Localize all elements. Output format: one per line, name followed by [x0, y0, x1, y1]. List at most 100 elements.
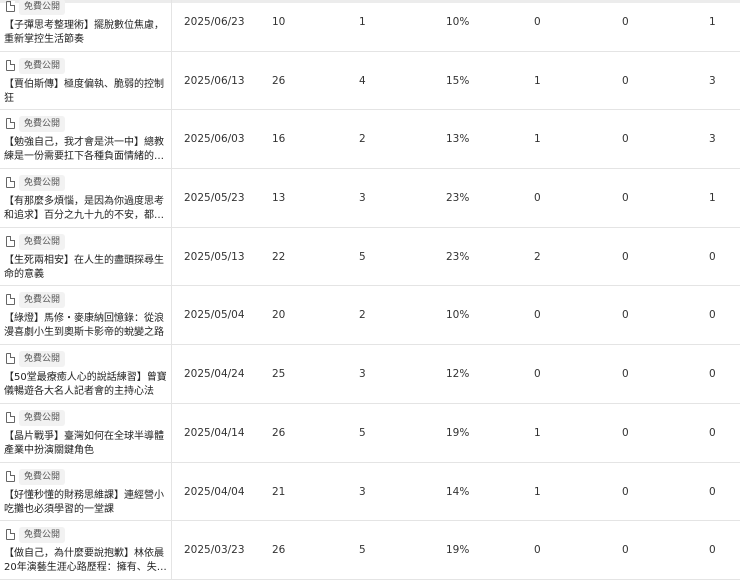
stat-percent: 10%	[446, 309, 470, 322]
article-table: 免費公開 【子彈思考整理術】擺脫數位焦慮，重新掌控生活節奏 2025/06/23…	[0, 0, 740, 580]
title-cell: 免費公開 【做自己，為什麼要說抱歉】林依晨20年演藝生涯心路歷程：擁有、失去…	[0, 521, 172, 579]
title-cell: 免費公開 【晶片戰爭】臺灣如何在全球半導體產業中扮演關鍵角色	[0, 403, 172, 462]
stat-views: 25	[272, 368, 286, 381]
document-icon	[6, 294, 15, 306]
title-cell: 免費公開 【生死兩相安】在人生的盡頭探尋生命的意義	[0, 227, 172, 286]
public-badge: 免費公開	[19, 57, 66, 74]
stat-c: 0	[709, 368, 716, 381]
stat-c: 3	[709, 74, 716, 87]
table-row[interactable]: 免費公開 【子彈思考整理術】擺脫數位焦慮，重新掌控生活節奏 2025/06/23…	[0, 0, 740, 52]
title-cell: 免費公開 【賈伯斯傳】極度偏執、脆弱的控制狂	[0, 51, 172, 110]
stat-a: 1	[534, 426, 541, 439]
article-title[interactable]: 【50堂最療癒人心的說話練習】曾寶儀暢遊各大名人記者會的主持心法	[4, 371, 168, 399]
stat-views: 20	[272, 309, 286, 322]
title-cell: 免費公開 【子彈思考整理術】擺脫數位焦慮，重新掌控生活節奏	[0, 0, 172, 51]
article-title[interactable]: 【生死兩相安】在人生的盡頭探尋生命的意義	[4, 254, 168, 282]
article-title[interactable]: 【有那麼多煩惱，是因為你過度思考和追求】百分之九十九的不安，都…	[4, 195, 168, 223]
table-row[interactable]: 免費公開 【50堂最療癒人心的說話練習】曾寶儀暢遊各大名人記者會的主持心法 20…	[0, 345, 740, 404]
stat-c: 1	[709, 16, 716, 28]
stat-b: 0	[622, 192, 629, 205]
stat-a: 0	[534, 16, 541, 28]
publish-date: 2025/04/04	[184, 485, 245, 498]
stat-b: 0	[622, 368, 629, 381]
stat-c: 0	[709, 309, 716, 322]
article-title[interactable]: 【好懂秒懂的財務思維課】連經營小吃攤也必須學習的一堂課	[4, 489, 168, 517]
stat-a: 1	[534, 485, 541, 498]
table-row[interactable]: 免費公開 【勉強自己，我才會是洪一中】總教練是一份需要扛下各種負面情緒的… 20…	[0, 110, 740, 170]
stat-a: 1	[534, 133, 541, 146]
article-title[interactable]: 【勉強自己，我才會是洪一中】總教練是一份需要扛下各種負面情緒的…	[4, 136, 168, 164]
stat-views: 13	[272, 192, 286, 205]
publish-date: 2025/05/13	[184, 250, 245, 263]
stat-count: 2	[359, 133, 366, 146]
stat-percent: 19%	[446, 544, 470, 557]
stat-b: 0	[622, 250, 629, 263]
stat-count: 1	[359, 16, 366, 28]
stat-a: 0	[534, 544, 541, 557]
stat-count: 3	[359, 368, 366, 381]
stat-count: 3	[359, 485, 366, 498]
document-icon	[6, 411, 15, 423]
table-row[interactable]: 免費公開 【生死兩相安】在人生的盡頭探尋生命的意義 2025/05/13 22 …	[0, 227, 740, 287]
article-title[interactable]: 【賈伯斯傳】極度偏執、脆弱的控制狂	[4, 78, 168, 106]
stat-percent: 12%	[446, 368, 470, 381]
public-badge: 免費公開	[19, 409, 66, 426]
table-row[interactable]: 免費公開 【好懂秒懂的財務思維課】連經營小吃攤也必須學習的一堂課 2025/04…	[0, 462, 740, 522]
stat-a: 0	[534, 368, 541, 381]
title-cell: 免費公開 【50堂最療癒人心的說話練習】曾寶儀暢遊各大名人記者會的主持心法	[0, 345, 172, 403]
stat-count: 3	[359, 192, 366, 205]
publish-date: 2025/06/13	[184, 74, 245, 87]
stat-b: 0	[622, 544, 629, 557]
article-title[interactable]: 【子彈思考整理術】擺脫數位焦慮，重新掌控生活節奏	[4, 19, 168, 47]
article-title[interactable]: 【晶片戰爭】臺灣如何在全球半導體產業中扮演關鍵角色	[4, 430, 168, 458]
document-icon	[6, 118, 15, 130]
publish-date: 2025/04/24	[184, 368, 245, 381]
stat-percent: 10%	[446, 16, 470, 28]
table-row[interactable]: 免費公開 【綠燈】馬修・麥康納回憶錄：從浪漫喜劇小生到奧斯卡影帝的蛻變之路 20…	[0, 286, 740, 346]
stat-b: 0	[622, 485, 629, 498]
public-badge: 免費公開	[19, 527, 66, 544]
document-icon	[6, 470, 15, 482]
public-badge: 免費公開	[19, 116, 66, 133]
publish-date: 2025/06/03	[184, 133, 245, 146]
stat-c: 1	[709, 192, 716, 205]
stat-percent: 14%	[446, 485, 470, 498]
title-cell: 免費公開 【有那麼多煩惱，是因為你過度思考和追求】百分之九十九的不安，都…	[0, 169, 172, 227]
title-cell: 免費公開 【好懂秒懂的財務思維課】連經營小吃攤也必須學習的一堂課	[0, 462, 172, 521]
stat-a: 0	[534, 192, 541, 205]
stat-b: 0	[622, 74, 629, 87]
stat-percent: 19%	[446, 426, 470, 439]
stat-b: 0	[622, 16, 629, 28]
stat-b: 0	[622, 426, 629, 439]
stat-c: 0	[709, 544, 716, 557]
publish-date: 2025/06/23	[184, 16, 245, 28]
stat-views: 16	[272, 133, 286, 146]
document-icon	[6, 177, 15, 189]
stat-a: 2	[534, 250, 541, 263]
stat-count: 5	[359, 544, 366, 557]
stat-views: 21	[272, 485, 286, 498]
stat-views: 22	[272, 250, 286, 263]
article-title[interactable]: 【做自己，為什麼要說抱歉】林依晨20年演藝生涯心路歷程：擁有、失去…	[4, 547, 168, 575]
stat-percent: 23%	[446, 192, 470, 205]
table-row[interactable]: 免費公開 【晶片戰爭】臺灣如何在全球半導體產業中扮演關鍵角色 2025/04/1…	[0, 403, 740, 463]
document-icon	[6, 1, 15, 12]
stat-c: 3	[709, 133, 716, 146]
stat-views: 10	[272, 16, 286, 28]
stat-views: 26	[272, 74, 286, 87]
publish-date: 2025/03/23	[184, 544, 245, 557]
title-cell: 免費公開 【綠燈】馬修・麥康納回憶錄：從浪漫喜劇小生到奧斯卡影帝的蛻變之路	[0, 286, 172, 345]
table-row[interactable]: 免費公開 【賈伯斯傳】極度偏執、脆弱的控制狂 2025/06/13 26 4 1…	[0, 51, 740, 111]
stat-percent: 13%	[446, 133, 470, 146]
public-badge: 免費公開	[19, 468, 66, 485]
article-title[interactable]: 【綠燈】馬修・麥康納回憶錄：從浪漫喜劇小生到奧斯卡影帝的蛻變之路	[4, 312, 168, 340]
table-row[interactable]: 免費公開 【做自己，為什麼要說抱歉】林依晨20年演藝生涯心路歷程：擁有、失去… …	[0, 521, 740, 580]
document-icon	[6, 235, 15, 247]
publish-date: 2025/05/23	[184, 192, 245, 205]
public-badge: 免費公開	[19, 292, 66, 309]
table-row[interactable]: 免費公開 【有那麼多煩惱，是因為你過度思考和追求】百分之九十九的不安，都… 20…	[0, 169, 740, 228]
stat-count: 4	[359, 74, 366, 87]
stat-c: 0	[709, 426, 716, 439]
stat-c: 0	[709, 250, 716, 263]
public-badge: 免費公開	[19, 233, 66, 250]
